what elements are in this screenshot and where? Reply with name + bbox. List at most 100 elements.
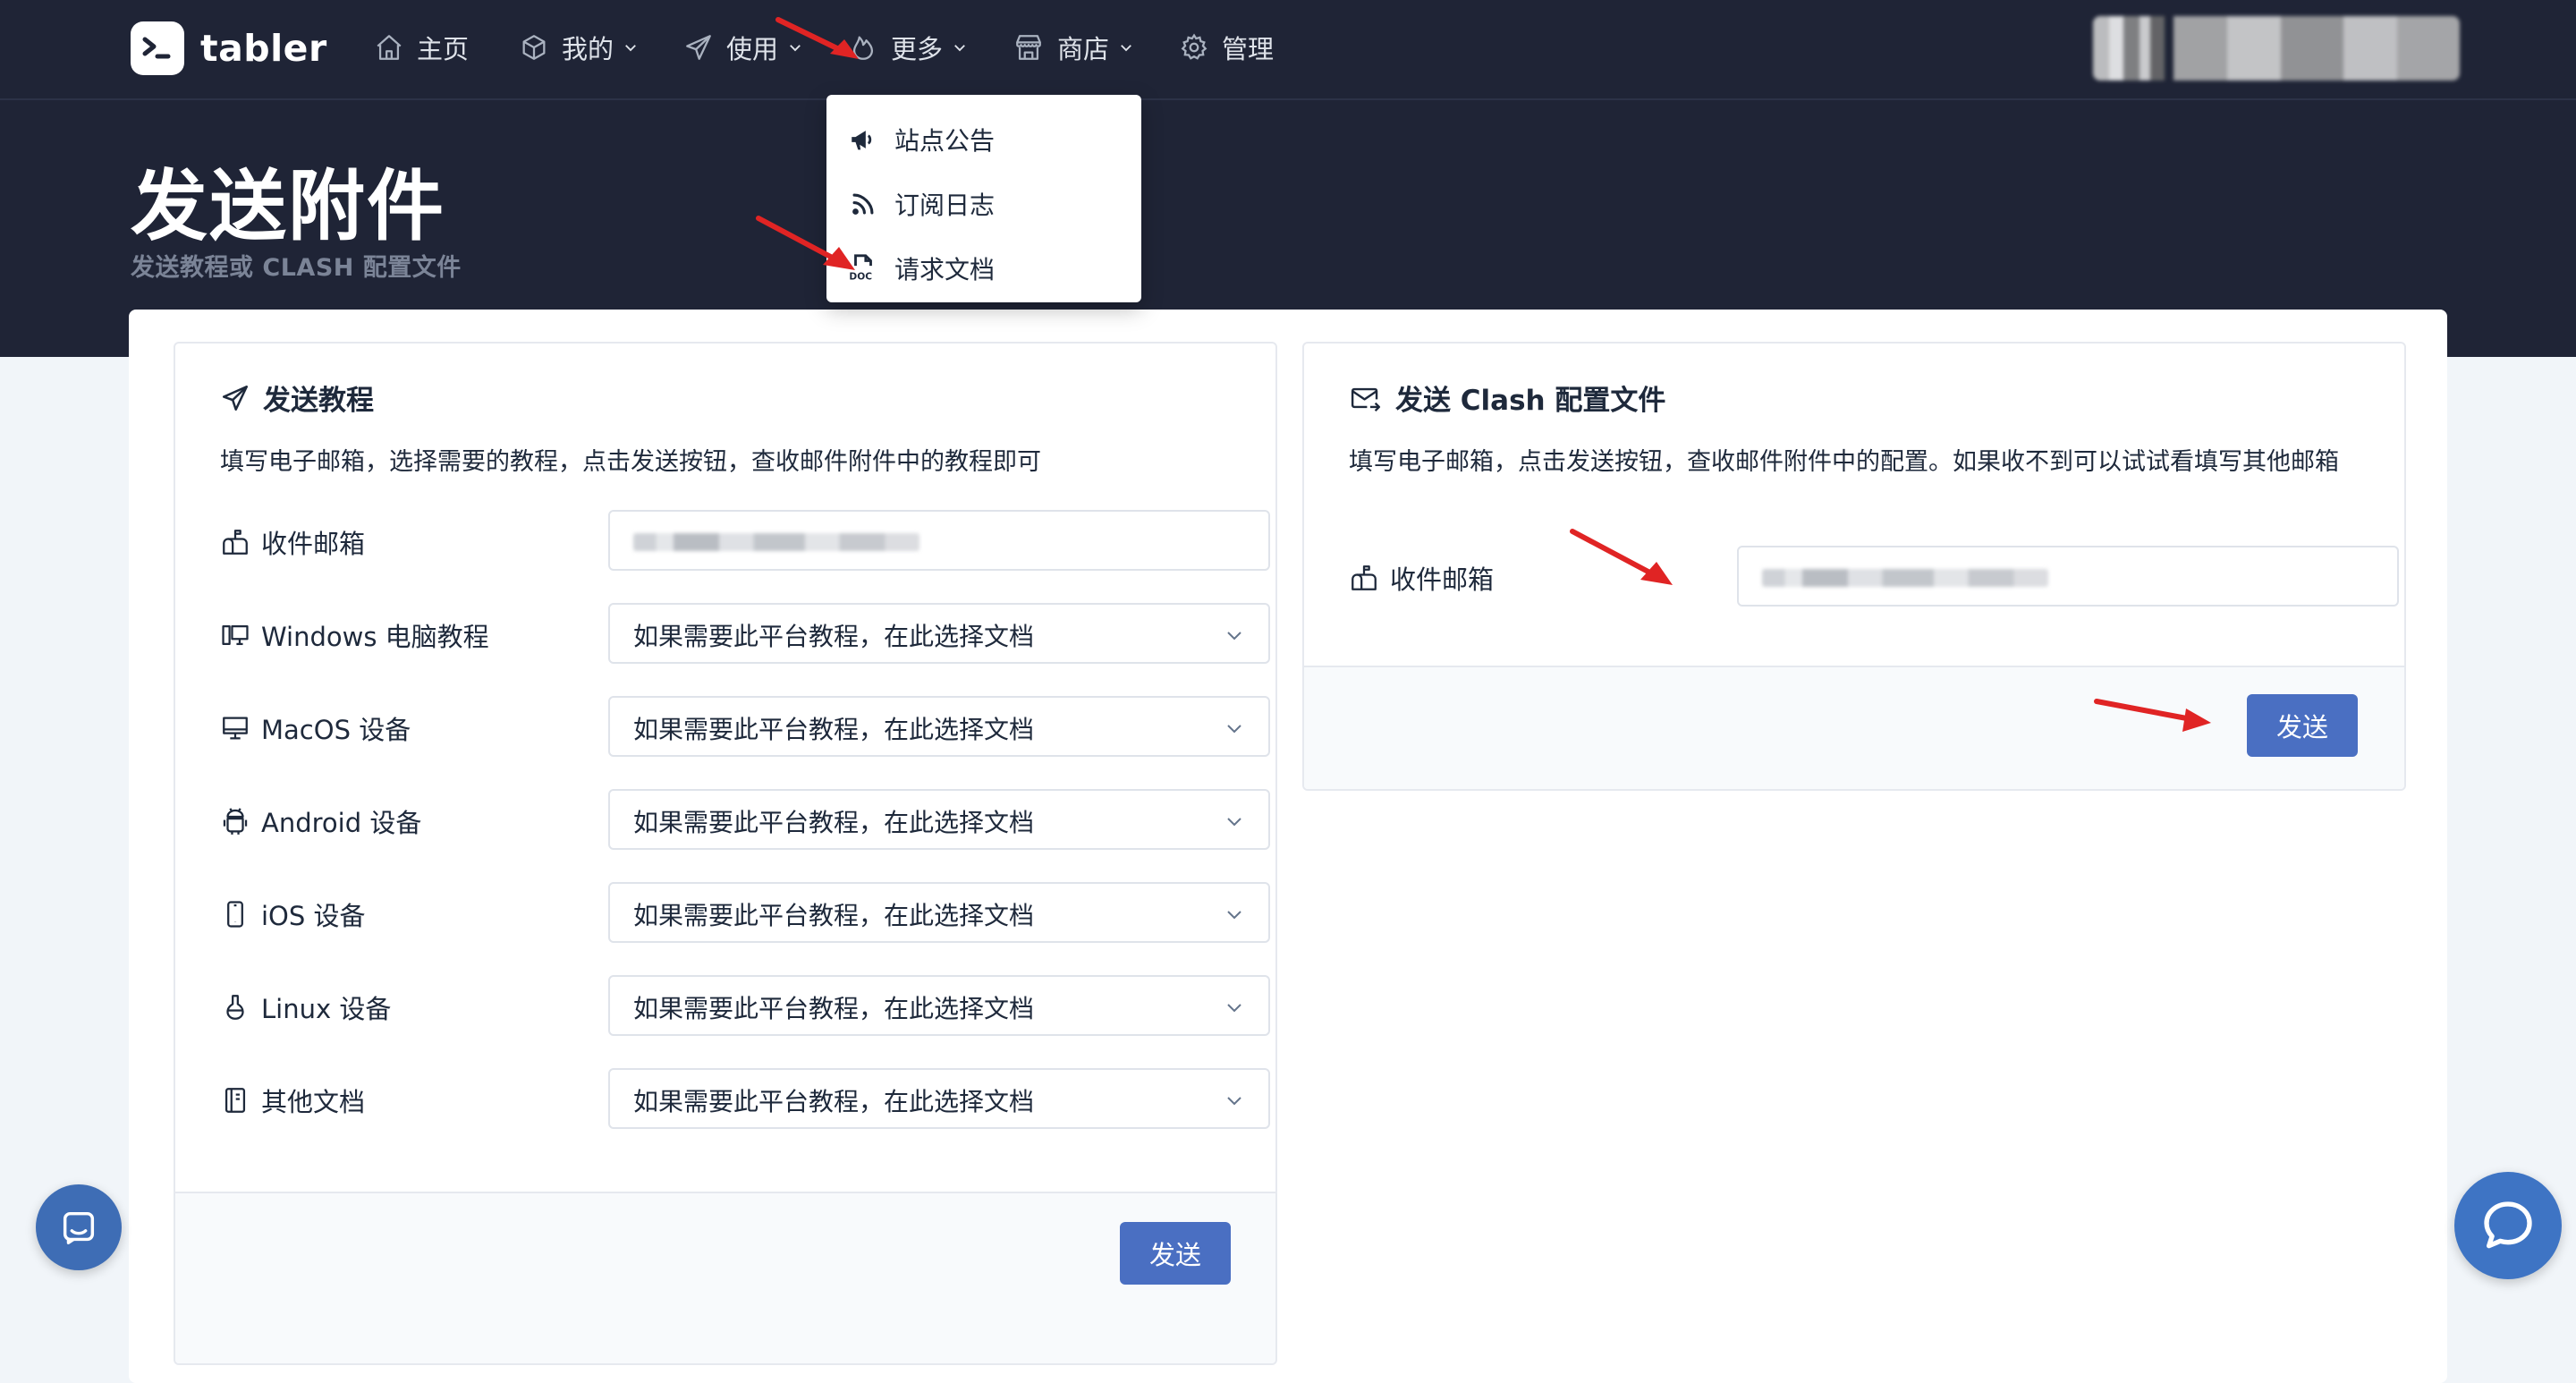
android-label: Android 设备 — [220, 789, 421, 853]
chevron-down-icon — [954, 45, 965, 52]
annotation-arrow-icon — [1570, 529, 1673, 585]
box-icon — [522, 35, 546, 60]
card-footer: 发送 — [175, 1192, 1275, 1363]
form-row-windows: Windows 电脑教程 如果需要此平台教程，在此选择文档 — [220, 603, 1270, 667]
nav-more[interactable]: 更多 — [848, 29, 968, 66]
send-icon — [222, 385, 249, 411]
gear-icon — [1181, 33, 1208, 60]
notebook-icon — [225, 1088, 246, 1113]
select-value: 如果需要此平台教程，在此选择文档 — [633, 808, 1035, 837]
chevron-down-icon — [1227, 725, 1241, 734]
menu-item-label: 站点公告 — [894, 126, 996, 156]
email-value-redacted — [633, 533, 919, 551]
row-label-text: 收件邮箱 — [261, 529, 366, 559]
chat-launcher-right[interactable] — [2454, 1172, 2562, 1279]
email-value-redacted — [1762, 569, 2048, 587]
menu-item-request-docs[interactable]: DOC 请求文档 — [848, 242, 995, 295]
page-title: 发送附件 — [131, 162, 445, 251]
nav-usage-label: 使用 — [726, 34, 779, 64]
other-label: 其他文档 — [220, 1068, 365, 1133]
macos-select[interactable]: 如果需要此平台教程，在此选择文档 — [608, 696, 1270, 757]
row-label-text: Android 设备 — [261, 808, 422, 838]
email-label: 收件邮箱 — [1349, 546, 1494, 610]
menu-item-subscription-log[interactable]: 订阅日志 — [848, 177, 995, 231]
send-icon — [686, 35, 711, 60]
chevron-down-icon — [1227, 1097, 1241, 1106]
chat-bubble-icon — [2484, 1201, 2532, 1249]
nav-home[interactable]: 主页 — [374, 29, 469, 66]
windows-select[interactable]: 如果需要此平台教程，在此选择文档 — [608, 603, 1270, 664]
nav-home-label: 主页 — [417, 34, 470, 64]
chevron-down-icon — [1227, 1004, 1241, 1013]
megaphone-icon — [852, 131, 872, 150]
home-icon — [377, 35, 402, 60]
top-navbar: tabler 主页 我的 使用 更多 商店 管理 — [0, 0, 2576, 100]
devices-pc-icon — [222, 624, 249, 646]
page-subtitle: 发送教程或 CLASH 配置文件 — [131, 254, 462, 282]
ios-label: iOS 设备 — [220, 882, 366, 946]
select-value: 如果需要此平台教程，在此选择文档 — [633, 994, 1035, 1023]
select-value: 如果需要此平台教程，在此选择文档 — [633, 1087, 1035, 1116]
card-title-text: 发送教程 — [263, 385, 374, 417]
nav-mine-label: 我的 — [562, 34, 614, 64]
row-label-text: MacOS 设备 — [261, 715, 411, 745]
row-label-text: 收件邮箱 — [1390, 564, 1495, 595]
windows-label: Windows 电脑教程 — [220, 603, 489, 667]
clash-email-field[interactable] — [1737, 546, 2399, 607]
nav-shop[interactable]: 商店 — [1013, 29, 1134, 66]
select-value: 如果需要此平台教程，在此选择文档 — [633, 901, 1035, 930]
form-row-email: 收件邮箱 — [1349, 546, 2399, 610]
send-tutorial-card: 发送教程 填写电子邮箱，选择需要的教程，点击发送按钮，查收邮件附件中的教程即可 … — [174, 342, 1277, 1365]
select-value: 如果需要此平台教程，在此选择文档 — [633, 622, 1035, 651]
chat-icon — [63, 1211, 95, 1244]
android-select[interactable]: 如果需要此平台教程，在此选择文档 — [608, 789, 1270, 850]
macos-label: MacOS 设备 — [220, 696, 411, 760]
nav-more-label: 更多 — [891, 34, 944, 64]
android-icon — [223, 808, 248, 835]
ios-select[interactable]: 如果需要此平台教程，在此选择文档 — [608, 882, 1270, 943]
menu-item-label: 订阅日志 — [894, 191, 996, 220]
user-menu-avatar[interactable] — [2093, 16, 2460, 81]
email-field[interactable] — [608, 510, 1270, 571]
linux-label: Linux 设备 — [220, 975, 391, 1039]
annotation-arrow-icon — [2094, 699, 2211, 732]
form-row-ios: iOS 设备 如果需要此平台教程，在此选择文档 — [220, 882, 1270, 946]
chat-launcher-left[interactable] — [36, 1184, 122, 1270]
linux-select[interactable]: 如果需要此平台教程，在此选择文档 — [608, 975, 1270, 1036]
mail-forward-icon — [1351, 387, 1381, 412]
send-tutorial-button[interactable]: 发送 — [1120, 1222, 1231, 1285]
select-value: 如果需要此平台教程，在此选择文档 — [633, 715, 1035, 744]
send-clash-card: 发送 Clash 配置文件 填写电子邮箱，点击发送按钮，查收邮件附件中的配置。如… — [1302, 342, 2406, 791]
nav-admin[interactable]: 管理 — [1179, 29, 1274, 66]
card-description: 填写电子邮箱，点击发送按钮，查收邮件附件中的配置。如果收不到可以试试看填写其他邮… — [1349, 448, 2339, 476]
chevron-down-icon — [1227, 818, 1241, 827]
row-label-text: Linux 设备 — [261, 994, 392, 1024]
form-row-android: Android 设备 如果需要此平台教程，在此选择文档 — [220, 789, 1270, 853]
form-row-other: 其他文档 如果需要此平台教程，在此选择文档 — [220, 1068, 1270, 1133]
card-footer: 发送 — [1304, 666, 2404, 789]
other-select[interactable]: 如果需要此平台教程，在此选择文档 — [608, 1068, 1270, 1129]
form-row-email: 收件邮箱 — [220, 510, 1270, 574]
device-mobile-icon — [227, 901, 243, 928]
card-title: 发送 Clash 配置文件 — [1349, 378, 1665, 418]
row-label-text: iOS 设备 — [261, 901, 366, 931]
brand-logo[interactable]: tabler — [131, 21, 327, 75]
form-row-linux: Linux 设备 如果需要此平台教程，在此选择文档 — [220, 975, 1270, 1039]
email-label: 收件邮箱 — [220, 510, 365, 574]
row-label-text: Windows 电脑教程 — [261, 622, 489, 652]
annotation-arrow-icon — [775, 17, 859, 59]
send-clash-button[interactable]: 发送 — [2247, 694, 2358, 757]
brand-name: tabler — [200, 27, 327, 70]
store-icon — [1016, 35, 1041, 60]
mailbox-icon — [1352, 565, 1377, 590]
more-dropdown-menu: 站点公告 订阅日志 DOC 请求文档 — [826, 95, 1141, 302]
form-row-macos: MacOS 设备 如果需要此平台教程，在此选择文档 — [220, 696, 1270, 760]
menu-item-announcements[interactable]: 站点公告 — [848, 113, 995, 166]
chevron-down-icon — [1227, 632, 1241, 641]
annotation-arrow-icon — [756, 216, 855, 270]
card-title-text: 发送 Clash 配置文件 — [1395, 385, 1666, 417]
nav-mine[interactable]: 我的 — [519, 29, 639, 66]
chevron-down-icon — [625, 45, 636, 52]
device-desktop-icon — [223, 717, 248, 740]
row-label-text: 其他文档 — [261, 1087, 366, 1117]
